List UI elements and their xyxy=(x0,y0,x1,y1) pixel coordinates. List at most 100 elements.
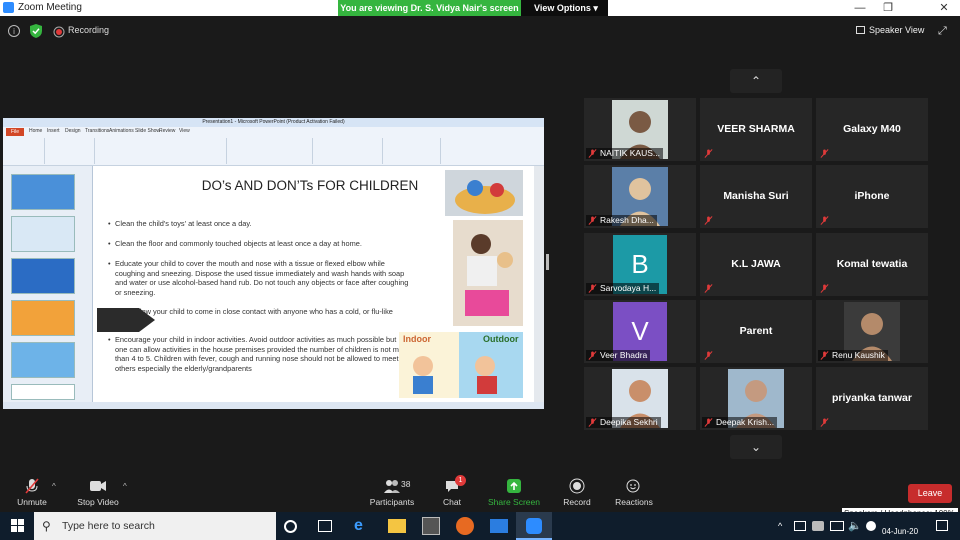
file-explorer-icon[interactable] xyxy=(388,519,406,533)
edge-browser-icon[interactable]: e xyxy=(354,517,372,535)
windows-start-icon[interactable] xyxy=(11,519,24,532)
ribbon-tab: View xyxy=(179,128,190,134)
participant-name: Manisha Suri xyxy=(723,190,789,202)
stop-video-label: Stop Video xyxy=(77,497,119,507)
tray-overflow-icon[interactable]: ^ xyxy=(778,521,782,531)
participant-tile[interactable]: Renu Kaushik xyxy=(816,300,928,363)
onedrive-icon[interactable] xyxy=(812,521,824,531)
cortana-icon[interactable] xyxy=(284,520,297,533)
reactions-button[interactable]: Reactions xyxy=(612,478,656,507)
slide-thumbnail xyxy=(11,384,75,400)
shared-screen: Presentation1 - Microsoft PowerPoint (Pr… xyxy=(3,118,544,409)
volume-icon[interactable]: 🔈 xyxy=(848,519,862,532)
participant-tile[interactable]: priyanka tanwar xyxy=(816,367,928,430)
slide-thumbnail xyxy=(11,300,75,336)
participant-tile[interactable]: Manisha Suri xyxy=(700,165,812,228)
participant-name-label: Deepak Krish... xyxy=(702,417,778,428)
participant-name-label: Veer Bhadra xyxy=(586,350,651,361)
participant-tile[interactable]: iPhone xyxy=(816,165,928,228)
participant-tile[interactable]: Parent xyxy=(700,300,812,363)
muted-mic-icon xyxy=(588,418,597,427)
encryption-shield-icon[interactable] xyxy=(30,24,42,38)
view-options-button[interactable]: View Options ▾ xyxy=(524,0,608,16)
share-banner: You are viewing Dr. S. Vidya Nair's scre… xyxy=(338,0,608,16)
ribbon-group xyxy=(47,138,95,164)
muted-mic-icon xyxy=(588,216,597,225)
participant-name-label: Rakesh Dha... xyxy=(586,215,657,226)
gallery-prev-button[interactable]: ⌃ xyxy=(730,69,782,93)
firefox-icon[interactable] xyxy=(456,517,474,535)
participant-tile[interactable]: VEER SHARMA xyxy=(700,98,812,161)
meeting-info-icon[interactable]: i xyxy=(8,25,20,37)
participant-tile[interactable]: Deepak Krish... xyxy=(700,367,812,430)
smiley-add-icon xyxy=(612,478,656,494)
stop-video-button[interactable]: Stop Video xyxy=(74,478,122,507)
participant-tile[interactable]: K.L JAWA xyxy=(700,233,812,296)
share-screen-button[interactable]: Share Screen xyxy=(488,478,540,507)
meeting-top-strip xyxy=(0,16,960,46)
grid-icon xyxy=(856,26,865,34)
mail-icon[interactable] xyxy=(490,519,508,533)
chevron-down-icon: ▾ xyxy=(593,3,598,13)
slide-bullet: Encourage your child in indoor activitie… xyxy=(108,335,410,373)
search-placeholder: Type here to search xyxy=(62,520,155,532)
video-options-icon[interactable]: ^ xyxy=(123,482,127,491)
participant-name: Galaxy M40 xyxy=(843,123,901,135)
chevron-up-icon: ⌃ xyxy=(750,74,762,88)
participant-tile[interactable]: B Sarvodaya H... xyxy=(584,233,696,296)
arrow-shape xyxy=(97,308,155,332)
slide-bullet: Educate your child to cover the mouth an… xyxy=(108,259,410,297)
zoom-taskbar-button[interactable] xyxy=(516,512,552,540)
wifi-icon[interactable] xyxy=(866,521,876,531)
participant-tile[interactable]: Komal tewatia xyxy=(816,233,928,296)
speaker-view-button[interactable]: Speaker View xyxy=(856,22,930,39)
muted-mic-icon xyxy=(818,283,831,294)
slide-scrollbar[interactable] xyxy=(534,166,544,402)
participant-name: Sarvodaya H... xyxy=(600,283,657,293)
slide-bullet: Clean the child's toys' at least once a … xyxy=(108,219,410,229)
minimize-icon[interactable]: — xyxy=(846,0,874,16)
unmute-label: Unmute xyxy=(17,497,47,507)
meeting-toolbar xyxy=(0,472,960,512)
notifications-icon[interactable] xyxy=(936,520,948,531)
window-title: Zoom Meeting xyxy=(18,2,82,13)
participant-name: Komal tewatia xyxy=(836,258,908,270)
battery-icon[interactable] xyxy=(830,521,844,531)
task-view-icon[interactable] xyxy=(318,520,332,532)
taskbar-search-box[interactable]: ⚲ Type here to search xyxy=(34,512,276,540)
close-icon[interactable]: ✕ xyxy=(930,0,958,16)
restore-icon[interactable]: ❐ xyxy=(874,0,902,16)
ribbon-group xyxy=(5,138,45,164)
muted-mic-icon xyxy=(820,351,829,360)
chevron-down-icon: ⌄ xyxy=(750,440,762,454)
gallery-next-button[interactable]: ⌄ xyxy=(730,435,782,459)
ribbon-tab: Review xyxy=(159,128,176,134)
participant-tile[interactable]: Galaxy M40 xyxy=(816,98,928,161)
participant-name: Veer Bhadra xyxy=(600,350,648,360)
participant-tile[interactable]: NAITIK KAUS... xyxy=(584,98,696,161)
slide-canvas: DO’s AND DON’Ts FOR CHILDREN Clean the c… xyxy=(95,168,525,400)
store-icon[interactable] xyxy=(422,517,440,535)
fullscreen-icon[interactable]: ⤢ xyxy=(938,25,947,38)
splitter-handle[interactable] xyxy=(546,254,549,270)
muted-mic-icon xyxy=(818,417,831,428)
participant-name: iPhone xyxy=(854,190,890,202)
ribbon-tab: Transitions xyxy=(85,128,110,134)
participant-name: VEER SHARMA xyxy=(717,123,795,135)
view-options-label: View Options xyxy=(534,3,591,13)
unmute-button[interactable]: Unmute xyxy=(12,478,52,507)
powerpoint-titlebar: Presentation1 - Microsoft PowerPoint (Pr… xyxy=(3,118,544,127)
record-button[interactable]: Record xyxy=(560,478,594,507)
participant-name: Rakesh Dha... xyxy=(600,215,654,225)
slide-title: DO’s AND DON’Ts FOR CHILDREN xyxy=(201,178,419,193)
participant-tile[interactable]: Deepika Sekhri xyxy=(584,367,696,430)
ribbon-group xyxy=(97,138,227,164)
leave-button[interactable]: Leave xyxy=(908,484,952,503)
ribbon-tab: Design xyxy=(65,128,81,134)
participant-tile[interactable]: V Veer Bhadra xyxy=(584,300,696,363)
file-tab: File xyxy=(6,128,24,136)
participant-tile[interactable]: Rakesh Dha... xyxy=(584,165,696,228)
indoor-outdoor-cartoon-image: Indoor Outdoor xyxy=(399,332,523,398)
network-icon[interactable] xyxy=(794,521,806,531)
audio-options-icon[interactable]: ^ xyxy=(52,482,56,491)
